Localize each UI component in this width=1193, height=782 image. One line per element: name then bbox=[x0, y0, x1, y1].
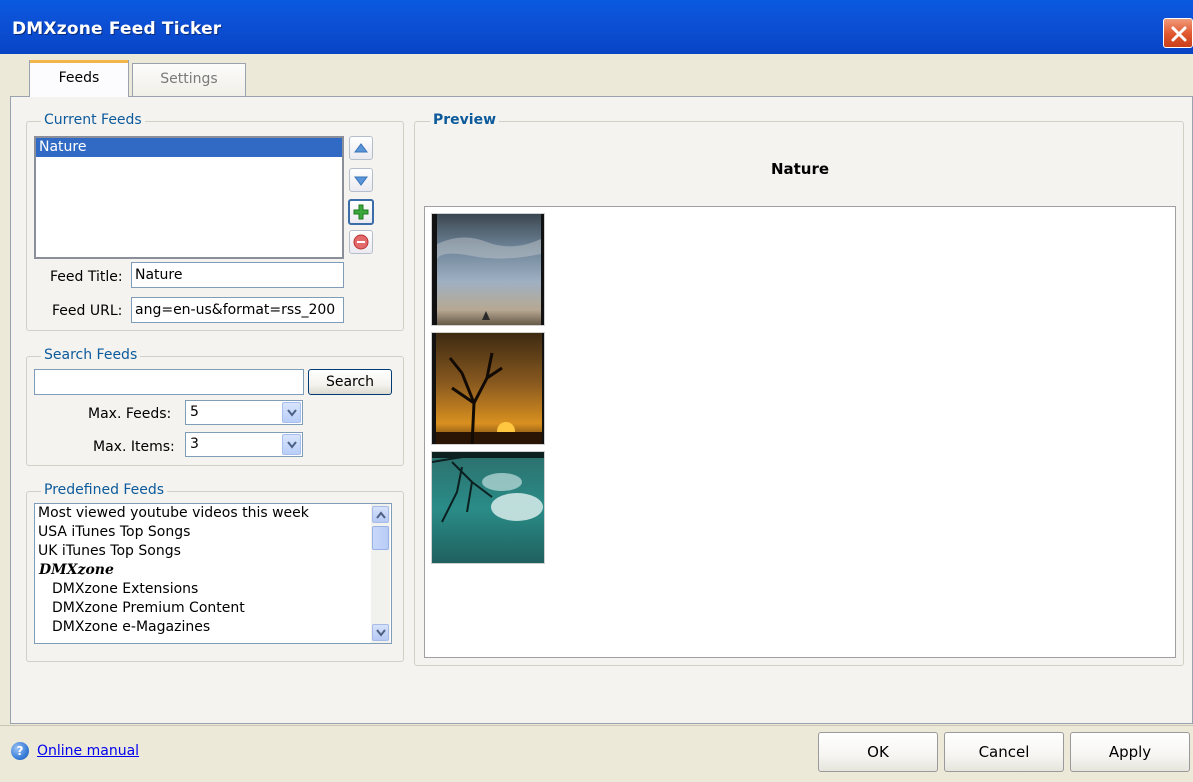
online-manual-link[interactable]: Online manual bbox=[37, 743, 139, 759]
feed-url-label: Feed URL: bbox=[52, 303, 123, 319]
list-item[interactable]: UK iTunes Top Songs bbox=[35, 542, 391, 561]
list-item[interactable]: Most viewed youtube videos this week bbox=[35, 504, 391, 523]
title-bar: DMXzone Feed Ticker bbox=[0, 0, 1193, 54]
current-feeds-list[interactable]: Nature bbox=[34, 136, 344, 259]
current-feeds-legend: Current Feeds bbox=[41, 112, 145, 128]
scroll-up-button[interactable] bbox=[372, 506, 389, 523]
help-icon[interactable]: ? bbox=[11, 742, 29, 760]
feed-title-label: Feed Title: bbox=[50, 269, 123, 285]
predefined-feeds-list[interactable]: Most viewed youtube videos this week USA… bbox=[34, 503, 392, 644]
cancel-button[interactable]: Cancel bbox=[944, 732, 1064, 772]
chevron-down-icon bbox=[287, 441, 297, 449]
ok-button[interactable]: OK bbox=[818, 732, 938, 772]
search-button[interactable]: Search bbox=[308, 369, 392, 395]
max-feeds-label: Max. Feeds: bbox=[88, 406, 172, 422]
preview-legend: Preview bbox=[430, 112, 500, 128]
max-items-label: Max. Items: bbox=[93, 439, 175, 455]
remove-feed-button[interactable] bbox=[349, 230, 373, 254]
max-items-dropdown[interactable] bbox=[282, 434, 301, 455]
chevron-down-icon bbox=[287, 409, 297, 417]
feed-title-field[interactable]: Nature bbox=[131, 262, 344, 288]
list-group-header[interactable]: DMXzone bbox=[35, 561, 391, 580]
list-item[interactable]: Nature bbox=[36, 138, 342, 157]
list-item[interactable]: DMXzone e-Magazines bbox=[35, 618, 391, 637]
max-feeds-dropdown[interactable] bbox=[282, 402, 301, 423]
move-up-button[interactable] bbox=[349, 136, 373, 160]
scroll-thumb[interactable] bbox=[372, 526, 389, 550]
up-arrow-icon bbox=[354, 143, 368, 153]
window-title: DMXzone Feed Ticker bbox=[12, 19, 222, 39]
max-feeds-select[interactable]: 5 bbox=[185, 400, 303, 425]
feed-item-thumbnail[interactable] bbox=[431, 332, 545, 445]
preview-feed-title: Nature bbox=[770, 160, 830, 178]
chevron-up-icon bbox=[376, 511, 386, 519]
plus-icon bbox=[353, 204, 369, 220]
tab-feeds[interactable]: Feeds bbox=[29, 60, 129, 97]
apply-button[interactable]: Apply bbox=[1070, 732, 1190, 772]
chevron-down-icon bbox=[376, 629, 386, 637]
down-arrow-icon bbox=[354, 176, 368, 186]
max-feeds-value: 5 bbox=[190, 404, 199, 420]
predefined-feeds-legend: Predefined Feeds bbox=[41, 482, 168, 498]
tab-settings[interactable]: Settings bbox=[132, 63, 246, 96]
move-down-button[interactable] bbox=[349, 168, 373, 192]
feed-url-field[interactable]: ang=en-us&format=rss_200 bbox=[131, 297, 344, 323]
close-button[interactable] bbox=[1163, 18, 1193, 48]
active-tab-indicator bbox=[30, 60, 128, 63]
scroll-down-button[interactable] bbox=[372, 624, 389, 641]
close-icon bbox=[1171, 26, 1187, 42]
max-items-select[interactable]: 3 bbox=[185, 432, 303, 457]
list-item[interactable]: USA iTunes Top Songs bbox=[35, 523, 391, 542]
minus-icon bbox=[353, 234, 369, 250]
max-items-value: 3 bbox=[190, 436, 199, 452]
list-item[interactable]: DMXzone Premium Content bbox=[35, 599, 391, 618]
feed-item-thumbnail[interactable] bbox=[431, 451, 545, 564]
preview-area bbox=[424, 206, 1176, 658]
search-feeds-legend: Search Feeds bbox=[41, 347, 141, 363]
add-feed-button[interactable] bbox=[348, 199, 374, 225]
search-input[interactable] bbox=[34, 369, 304, 395]
list-item[interactable]: DMXzone Extensions bbox=[35, 580, 391, 599]
teal-sky-image bbox=[432, 452, 544, 563]
sky-image bbox=[432, 214, 544, 325]
predefined-feeds-scrollbar[interactable] bbox=[371, 504, 390, 643]
feed-item-thumbnail[interactable] bbox=[431, 213, 545, 326]
sunset-tree-image bbox=[432, 333, 544, 444]
